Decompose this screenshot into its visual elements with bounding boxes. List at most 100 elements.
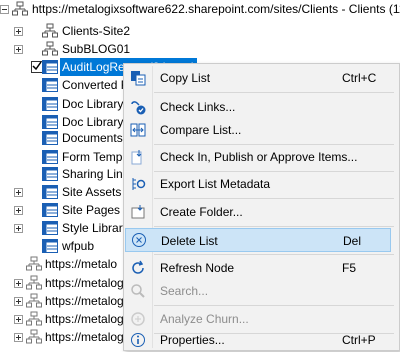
list-icon xyxy=(42,97,58,111)
export-metadata-icon xyxy=(132,178,146,190)
copy-list-icon xyxy=(131,71,146,86)
site-collection-icon xyxy=(26,293,42,308)
menu-item-label: Create Folder... xyxy=(160,205,243,219)
delete-icon xyxy=(132,233,146,247)
menu-item-compare-list[interactable]: Compare List... xyxy=(124,118,399,142)
tree-item-doc-library-d[interactable]: Doc Library (D xyxy=(0,95,139,113)
tree-site-row[interactable]: https://metalogix xyxy=(0,328,132,346)
list-icon xyxy=(42,221,58,235)
tree-site-row[interactable]: https://metalogi xyxy=(0,292,127,310)
properties-icon xyxy=(131,333,145,347)
context-menu: Copy List Ctrl+C Check Links... Compare … xyxy=(123,63,400,351)
menu-item-shortcut: Ctrl+P xyxy=(342,333,376,347)
refresh-icon xyxy=(132,260,144,274)
site-collection-icon xyxy=(26,256,42,271)
list-icon xyxy=(42,60,58,74)
menu-item-label: Refresh Node xyxy=(160,261,235,275)
expand-toggle[interactable] xyxy=(14,279,23,288)
tree-item-style-library[interactable]: Style Library xyxy=(0,219,130,237)
site-label: https://metalo xyxy=(45,257,118,271)
site-label: https://metalogi xyxy=(45,276,127,290)
site-collection-icon xyxy=(26,329,42,344)
tree-item-label: SubBLOG01 xyxy=(62,42,131,56)
site-label: https://metalogix xyxy=(45,330,133,344)
tree-item-site-assets[interactable]: Site Assets (2 xyxy=(0,183,135,201)
expand-toggle[interactable] xyxy=(14,315,23,324)
tree-root-node[interactable]: https://metalogixsoftware622.sharepoint.… xyxy=(0,0,400,18)
tree-item-label: Form Templa xyxy=(62,150,132,164)
menu-separator xyxy=(154,226,394,227)
list-icon xyxy=(42,115,58,129)
expand-toggle[interactable] xyxy=(14,206,23,215)
expand-toggle[interactable] xyxy=(14,333,23,342)
menu-separator xyxy=(154,92,394,93)
site-label: https://metalogi xyxy=(45,294,127,308)
tree-item-label: Documents xyxy=(62,131,123,145)
collapse-toggle[interactable] xyxy=(0,5,9,14)
analyze-churn-icon xyxy=(131,312,145,326)
menu-item-check-in-publish[interactable]: Check In, Publish or Approve Items... xyxy=(124,145,399,169)
menu-item-delete-list[interactable]: Delete List Del xyxy=(125,228,391,252)
expand-toggle[interactable] xyxy=(14,188,23,197)
list-icon xyxy=(42,150,58,164)
compare-list-icon xyxy=(130,123,146,137)
menu-item-label: Properties... xyxy=(160,333,225,347)
create-folder-icon xyxy=(131,205,145,219)
check-links-icon xyxy=(131,101,146,115)
site-icon xyxy=(42,23,58,38)
menu-item-shortcut: Del xyxy=(343,234,362,248)
expand-toggle[interactable] xyxy=(14,297,23,306)
tree-site-row[interactable]: https://metalogi xyxy=(0,310,127,328)
menu-item-label: Compare List... xyxy=(160,123,242,137)
menu-item-properties[interactable]: Properties... Ctrl+P xyxy=(124,328,399,352)
tree-item-label: Clients-Site2 xyxy=(62,24,131,38)
tree-item-form-templates[interactable]: Form Templa xyxy=(0,148,132,166)
site-label: https://metalogi xyxy=(45,312,127,326)
list-icon xyxy=(42,131,58,145)
tree-site-row[interactable]: https://metalo xyxy=(0,255,124,273)
tree-item-label: wfpub xyxy=(62,239,95,253)
menu-item-label: Search... xyxy=(160,284,209,298)
menu-item-label: Export List Metadata xyxy=(160,177,271,191)
list-icon xyxy=(42,203,58,217)
list-icon xyxy=(42,78,58,92)
tree-item-documents[interactable]: Documents xyxy=(0,129,130,147)
menu-item-refresh-node[interactable]: Refresh Node F5 xyxy=(124,256,399,280)
menu-item-copy-list[interactable]: Copy List Ctrl+C xyxy=(124,66,399,90)
menu-separator xyxy=(154,198,394,199)
list-icon xyxy=(42,167,58,181)
expand-toggle[interactable] xyxy=(14,224,23,233)
check-in-icon xyxy=(131,150,142,165)
site-collection-icon xyxy=(12,1,28,16)
menu-item-create-folder[interactable]: Create Folder... xyxy=(124,200,399,224)
tree-item-label: Style Library xyxy=(62,221,129,235)
tree-item-site-pages[interactable]: Site Pages (2 xyxy=(0,201,134,219)
menu-item-label: Copy List xyxy=(160,71,211,85)
search-icon xyxy=(131,284,145,298)
tree-item-converted[interactable]: Converted F xyxy=(0,76,130,94)
checkmark-icon xyxy=(32,61,42,71)
menu-item-label: Check Links... xyxy=(160,100,236,114)
tree-site-row[interactable]: https://metalogi xyxy=(0,274,127,292)
tree-root-label: https://metalogixsoftware622.sharepoint.… xyxy=(32,2,400,16)
tree-item-label: Converted F xyxy=(62,78,129,92)
list-icon xyxy=(42,185,58,199)
site-icon xyxy=(42,41,58,56)
menu-separator xyxy=(154,305,394,306)
tree-item-sharing-links[interactable]: Sharing Links xyxy=(0,165,135,183)
tree-item-subblog01[interactable]: SubBLOG01 xyxy=(0,40,300,58)
menu-item-search[interactable]: Search... xyxy=(124,279,399,303)
expand-toggle[interactable] xyxy=(14,45,23,54)
site-collection-icon xyxy=(26,311,42,326)
menu-item-label: Check In, Publish or Approve Items... xyxy=(160,150,358,164)
tree-item-clients-site2[interactable]: Clients-Site2 xyxy=(0,22,300,40)
expand-toggle[interactable] xyxy=(14,27,23,36)
menu-separator xyxy=(154,254,394,255)
menu-item-export-metadata[interactable]: Export List Metadata xyxy=(124,172,399,196)
site-collection-icon xyxy=(26,275,42,290)
list-icon xyxy=(42,239,58,253)
menu-item-shortcut: Ctrl+C xyxy=(342,71,377,85)
tree-item-wfpub[interactable]: wfpub xyxy=(0,237,130,255)
menu-item-label: Delete List xyxy=(161,234,218,248)
menu-item-check-links[interactable]: Check Links... xyxy=(124,95,399,119)
